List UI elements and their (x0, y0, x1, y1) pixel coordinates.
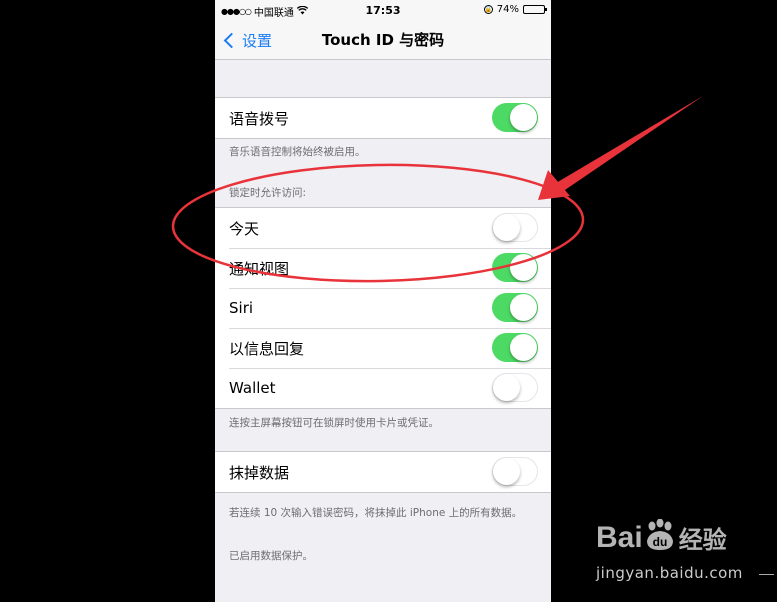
today-toggle[interactable] (492, 213, 538, 242)
rotation-lock-icon: 🔒 (483, 5, 493, 14)
today-label: 今天 (229, 219, 260, 238)
paw-icon: du (645, 518, 675, 553)
svg-text:du: du (652, 535, 667, 549)
voice-dial-toggle[interactable] (492, 103, 538, 132)
arrow-shaft (556, 96, 703, 192)
voice-dial-group: 语音拨号 (215, 97, 551, 139)
siri-toggle[interactable] (492, 293, 538, 322)
phone-screen: ●●●○○ 中国联通 17:53 🔒 74% 设置 Touch ID 与密码 语… (215, 0, 551, 602)
lock-access-row-reply-with-message: 以信息回复 (215, 328, 551, 368)
erase-data-row: 抹掉数据 (215, 452, 551, 492)
siri-label: Siri (229, 299, 254, 317)
lock-access-row-wallet: Wallet (215, 368, 551, 408)
erase-data-footer: 若连续 10 次输入错误密码，将抹掉此 iPhone 上的所有数据。 (229, 507, 523, 519)
wallet-toggle[interactable] (492, 373, 538, 402)
navigation-bar: 设置 Touch ID 与密码 (215, 20, 551, 60)
erase-data-label: 抹掉数据 (229, 463, 290, 482)
wallet-label: Wallet (229, 379, 276, 397)
lock-access-footer: 连按主屏幕按钮可在锁屏时使用卡片或凭证。 (229, 417, 439, 429)
data-protection-footer: 已启用数据保护。 (229, 550, 313, 562)
battery-percent: 74% (496, 4, 519, 15)
logo-text-jingyan: 经验 (678, 527, 727, 554)
toggle-knob (493, 458, 520, 485)
status-bar: ●●●○○ 中国联通 17:53 🔒 74% (215, 0, 551, 20)
toggle-knob (510, 294, 537, 321)
baidu-watermark: Bai du 经验 jingyan.baidu.com (596, 518, 777, 590)
battery-icon (523, 5, 547, 14)
notification-view-label: 通知视图 (229, 259, 290, 278)
reply-with-message-toggle[interactable] (492, 333, 538, 362)
toggle-knob (493, 374, 520, 401)
lock-access-row-siri: Siri (215, 288, 551, 328)
lock-access-row-today: 今天 (215, 208, 551, 248)
lock-access-group: 今天 通知视图 Siri 以信息回复 Wallet (215, 207, 551, 409)
lock-access-row-notification-view: 通知视图 (215, 248, 551, 288)
notification-view-toggle[interactable] (492, 253, 538, 282)
logo-text-bai: Bai (596, 520, 643, 554)
watermark-url: jingyan.baidu.com (596, 564, 743, 582)
lock-access-header: 锁定时允许访问: (229, 187, 307, 199)
watermark-dash (759, 574, 774, 575)
baidu-logo: Bai du 经验 (596, 518, 727, 555)
voice-dial-footer: 音乐语音控制将始终被启用。 (229, 146, 366, 158)
toggle-knob (493, 214, 520, 241)
toggle-knob (510, 334, 537, 361)
toggle-knob (510, 104, 537, 131)
page-title: Touch ID 与密码 (321, 31, 445, 49)
voice-dial-label: 语音拨号 (229, 109, 290, 128)
reply-with-message-label: 以信息回复 (229, 339, 305, 358)
erase-data-group: 抹掉数据 (215, 451, 551, 493)
voice-dial-row: 语音拨号 (215, 98, 551, 138)
erase-data-toggle[interactable] (492, 457, 538, 486)
toggle-knob (510, 254, 537, 281)
